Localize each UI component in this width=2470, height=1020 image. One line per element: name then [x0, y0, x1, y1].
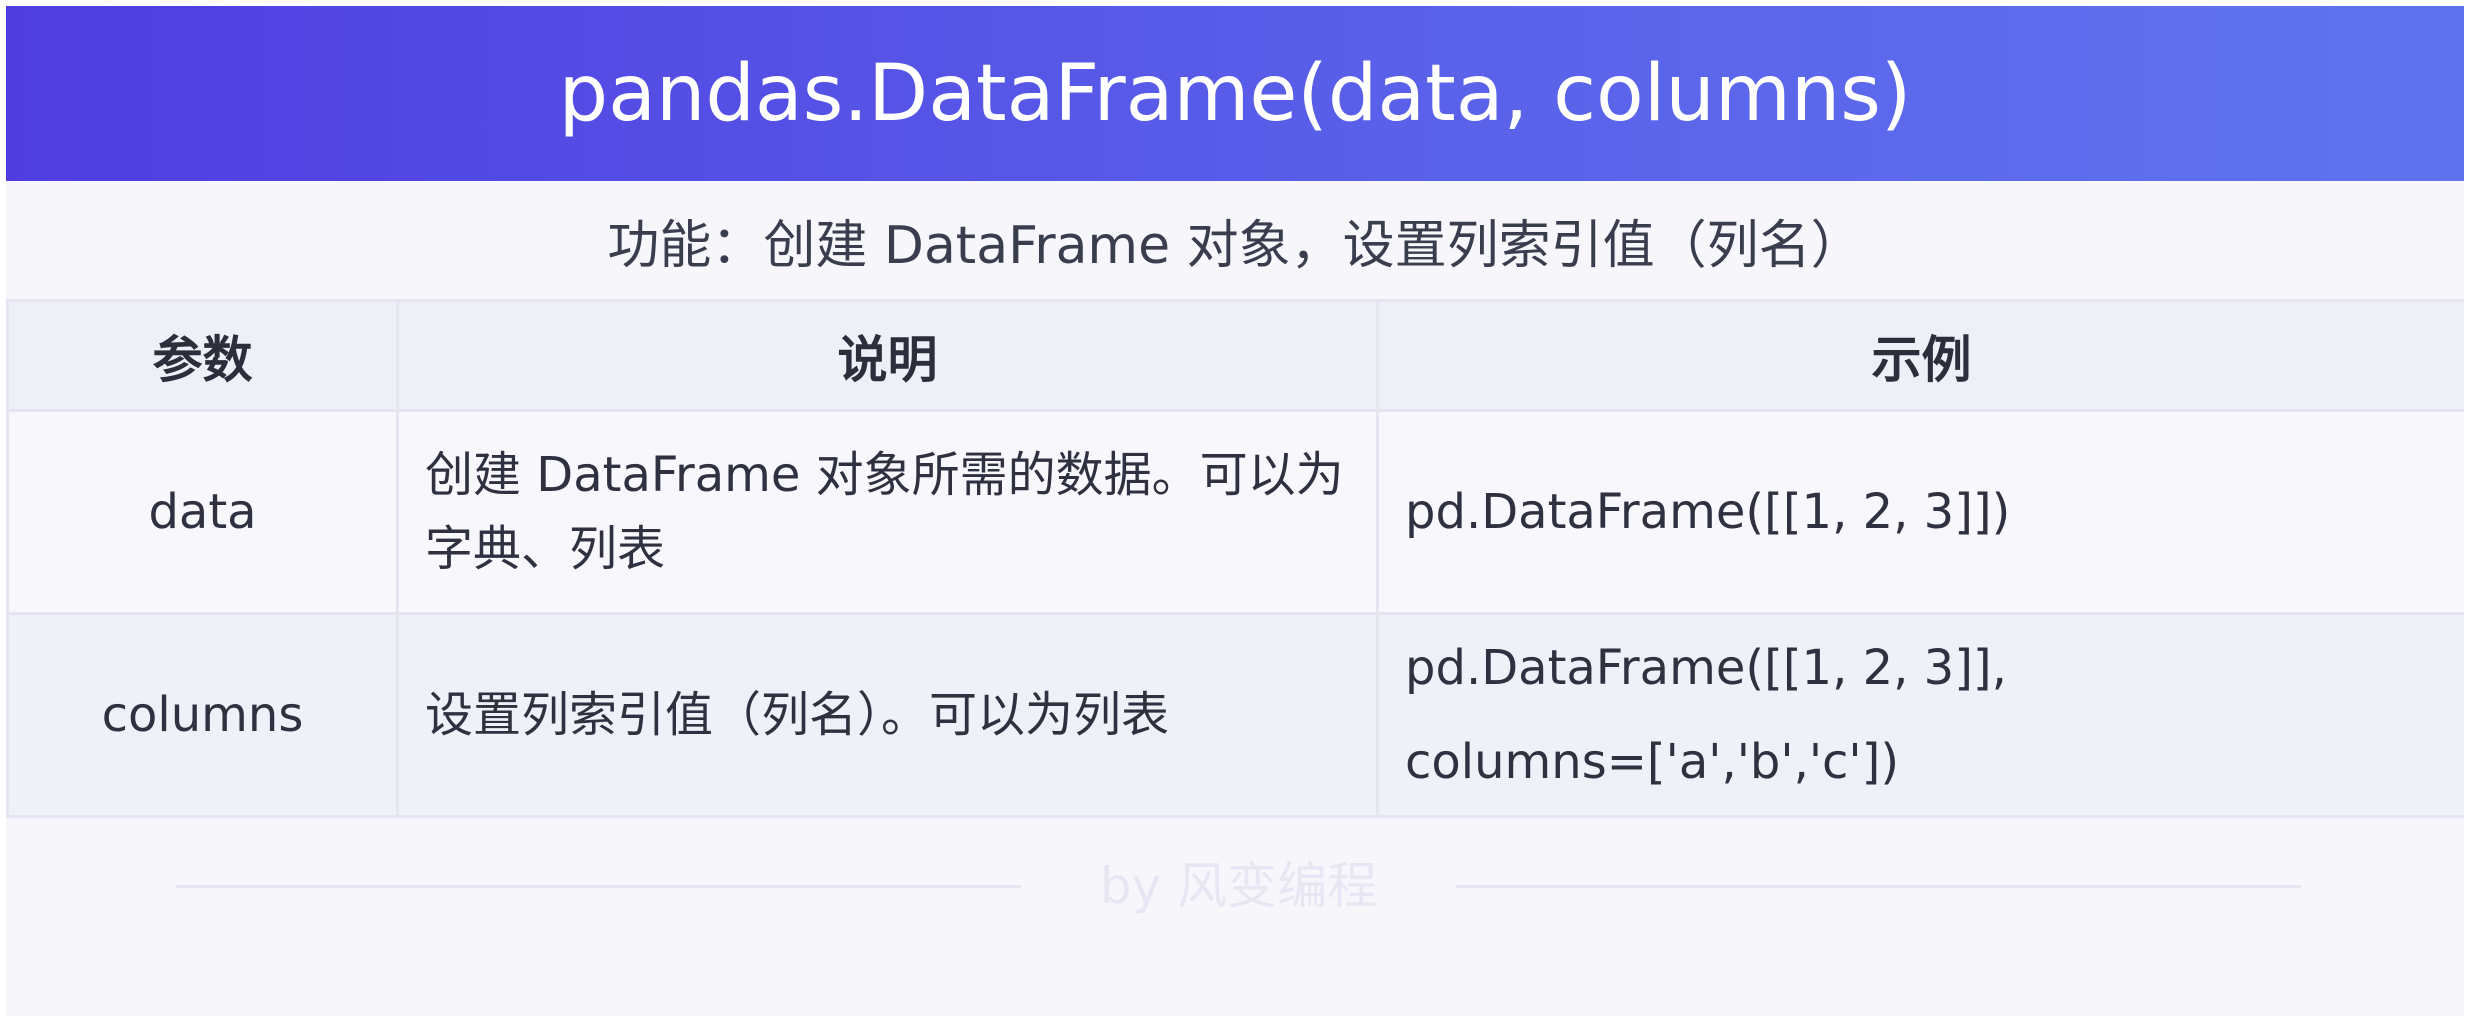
column-header-param: 参数 [6, 299, 399, 412]
footer-divider-right [1456, 885, 2301, 888]
footer-divider-left [176, 885, 1021, 888]
function-signature-title: pandas.DataFrame(data, columns) [558, 48, 1912, 139]
column-header-description: 说明 [396, 299, 1379, 412]
param-description-cell: 设置列索引值（列名）。可以为列表 [396, 612, 1379, 818]
footer: by 风变编程 [6, 856, 2464, 916]
parameter-table: 参数 说明 示例 data 创建 DataFrame 对象所需的数据。可以为字典… [6, 299, 2464, 818]
table-header-row: 参数 说明 示例 [6, 299, 2464, 412]
column-header-example: 示例 [1376, 299, 2464, 412]
function-description: 功能：创建 DataFrame 对象，设置列索引值（列名） [607, 215, 1863, 276]
param-example-cell: pd.DataFrame([[1, 2, 3]]) [1376, 409, 2464, 615]
example-line: pd.DataFrame([[1, 2, 3]], [1405, 640, 2007, 696]
param-description-cell: 创建 DataFrame 对象所需的数据。可以为字典、列表 [396, 409, 1379, 615]
header-banner: pandas.DataFrame(data, columns) [6, 6, 2464, 181]
param-name-cell: data [6, 409, 399, 615]
footer-credit: by 风变编程 [1099, 857, 1378, 915]
param-example-cell: pd.DataFrame([[1, 2, 3]], columns=['a','… [1376, 612, 2464, 818]
table-row: columns 设置列索引值（列名）。可以为列表 pd.DataFrame([[… [6, 612, 2464, 818]
example-line: columns=['a','b','c']) [1405, 734, 1900, 790]
parameter-card: pandas.DataFrame(data, columns) 功能：创建 Da… [6, 6, 2464, 1016]
table-row: data 创建 DataFrame 对象所需的数据。可以为字典、列表 pd.Da… [6, 409, 2464, 615]
param-name-cell: columns [6, 612, 399, 818]
